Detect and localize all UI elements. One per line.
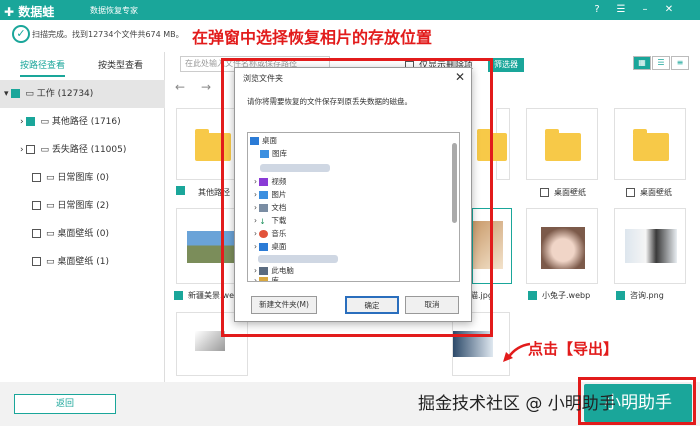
rabbit-image bbox=[541, 227, 585, 269]
minimize-icon[interactable]: – bbox=[638, 3, 652, 17]
tree-checkbox[interactable] bbox=[32, 201, 41, 210]
menu-icon[interactable]: ☰ bbox=[614, 3, 628, 17]
file-item[interactable]: 桌面壁纸 bbox=[626, 187, 672, 198]
image-thumb[interactable] bbox=[614, 208, 686, 284]
tree-item-gallery-0[interactable]: ▭ 日常图库 (0) bbox=[0, 164, 165, 192]
folder-icon bbox=[545, 129, 581, 161]
folder-icon: ▭ bbox=[46, 229, 58, 239]
grid-view-icon[interactable]: ▦ bbox=[633, 56, 651, 70]
tree-checkbox[interactable] bbox=[32, 173, 41, 182]
file-checkbox[interactable] bbox=[174, 291, 183, 300]
file-item[interactable]: 咨询.png bbox=[616, 290, 664, 301]
file-caption: 桌面壁纸 bbox=[554, 188, 586, 197]
consult-image bbox=[625, 229, 677, 263]
watermark-text: 掘金技术社区 @ 小明助手 bbox=[418, 394, 616, 414]
file-thumb[interactable] bbox=[477, 108, 510, 180]
tree-item-label: 日常图库 (2) bbox=[57, 201, 109, 211]
file-item[interactable] bbox=[176, 186, 190, 195]
folder-icon: ▭ bbox=[46, 201, 58, 211]
help-icon[interactable]: ? bbox=[590, 3, 604, 17]
view-switcher: ▦ ☰ ≡ bbox=[633, 56, 690, 70]
file-item[interactable]: 小兔子.webp bbox=[528, 290, 590, 301]
app-title: 数据蛙 bbox=[18, 5, 55, 19]
file-caption: 咨询.png bbox=[630, 291, 664, 300]
tree-item-other[interactable]: › ▭ 其他路径 (1716) bbox=[0, 108, 165, 136]
scan-status: 扫描完成。找到12734个文件共674 MB。 bbox=[32, 30, 184, 39]
list-view-icon[interactable]: ☰ bbox=[652, 56, 670, 70]
image-thumb[interactable] bbox=[526, 208, 598, 284]
tab-by-path[interactable]: 按路径查看 bbox=[20, 58, 66, 77]
app-logo: ✚ 数据蛙 bbox=[4, 3, 54, 20]
tree-item-label: 其他路径 (1716) bbox=[51, 117, 121, 127]
tree-item-label: 桌面壁纸 (0) bbox=[57, 229, 109, 239]
folder-icon: ▭ bbox=[40, 117, 52, 127]
tree-checkbox[interactable] bbox=[11, 89, 21, 98]
annotation-dialog-hint: 在弹窗中选择恢复相片的存放位置 bbox=[192, 28, 433, 47]
highlight-frame-dialog bbox=[221, 58, 493, 337]
arrow-icon bbox=[503, 342, 531, 362]
app-subtitle: 数据恢复专家 bbox=[90, 6, 138, 15]
close-icon[interactable]: ✕ bbox=[662, 3, 676, 17]
tree-item-root[interactable]: ▾ ▭ 工作 (12734) bbox=[0, 80, 165, 108]
back-arrow-icon[interactable]: ← bbox=[175, 80, 185, 94]
title-bar: ✚ 数据蛙 数据恢复专家 ? ☰ – ✕ bbox=[0, 0, 700, 20]
tree-checkbox[interactable] bbox=[32, 257, 41, 266]
file-caption: 小兔子.webp bbox=[542, 291, 591, 300]
tree-item-label: 日常图库 (0) bbox=[57, 173, 109, 183]
path-tree: ▾ ▭ 工作 (12734) › ▭ 其他路径 (1716) › ▭ 丢失路径 … bbox=[0, 80, 165, 276]
collapse-icon[interactable]: ▾ bbox=[4, 89, 11, 99]
tree-item-label: 丢失路径 (11005) bbox=[51, 145, 127, 155]
forward-arrow-icon[interactable]: → bbox=[201, 80, 211, 94]
file-caption: 桌面壁纸 bbox=[640, 188, 672, 197]
file-checkbox[interactable] bbox=[616, 291, 625, 300]
tree-item-label: 工作 (12734) bbox=[36, 89, 94, 99]
file-checkbox[interactable] bbox=[626, 188, 635, 197]
folder-icon: ▭ bbox=[25, 89, 37, 99]
back-button[interactable]: 返回 bbox=[14, 394, 116, 414]
tree-checkbox[interactable] bbox=[26, 117, 36, 126]
folder-icon: ▭ bbox=[40, 145, 52, 155]
detail-view-icon[interactable]: ≡ bbox=[671, 56, 689, 70]
file-checkbox[interactable] bbox=[176, 186, 185, 195]
tree-item-lost[interactable]: › ▭ 丢失路径 (11005) bbox=[0, 136, 165, 164]
folder-icon bbox=[633, 129, 669, 161]
tree-item-label: 桌面壁纸 (1) bbox=[57, 257, 109, 267]
tree-item-wallpaper-0[interactable]: ▭ 桌面壁纸 (0) bbox=[0, 220, 165, 248]
annotation-export-hint: 点击【导出】 bbox=[528, 340, 619, 358]
folder-icon: ▭ bbox=[46, 257, 58, 267]
tree-checkbox[interactable] bbox=[26, 145, 36, 154]
file-checkbox[interactable] bbox=[540, 188, 549, 197]
tab-by-type[interactable]: 按类型查看 bbox=[98, 58, 143, 71]
file-item[interactable]: 桌面壁纸 bbox=[540, 187, 586, 198]
tree-item-wallpaper-1[interactable]: ▭ 桌面壁纸 (1) bbox=[0, 248, 165, 276]
tree-item-gallery-2[interactable]: ▭ 日常图库 (2) bbox=[0, 192, 165, 220]
file-thumb[interactable] bbox=[526, 108, 598, 180]
filter-button[interactable]: 筛选器 bbox=[488, 58, 524, 72]
tree-checkbox[interactable] bbox=[32, 229, 41, 238]
folder-icon: ▭ bbox=[46, 173, 58, 183]
check-icon: ✓ bbox=[12, 25, 30, 43]
file-checkbox[interactable] bbox=[528, 291, 537, 300]
frog-icon: ✚ bbox=[4, 5, 19, 19]
file-thumb[interactable] bbox=[614, 108, 686, 180]
